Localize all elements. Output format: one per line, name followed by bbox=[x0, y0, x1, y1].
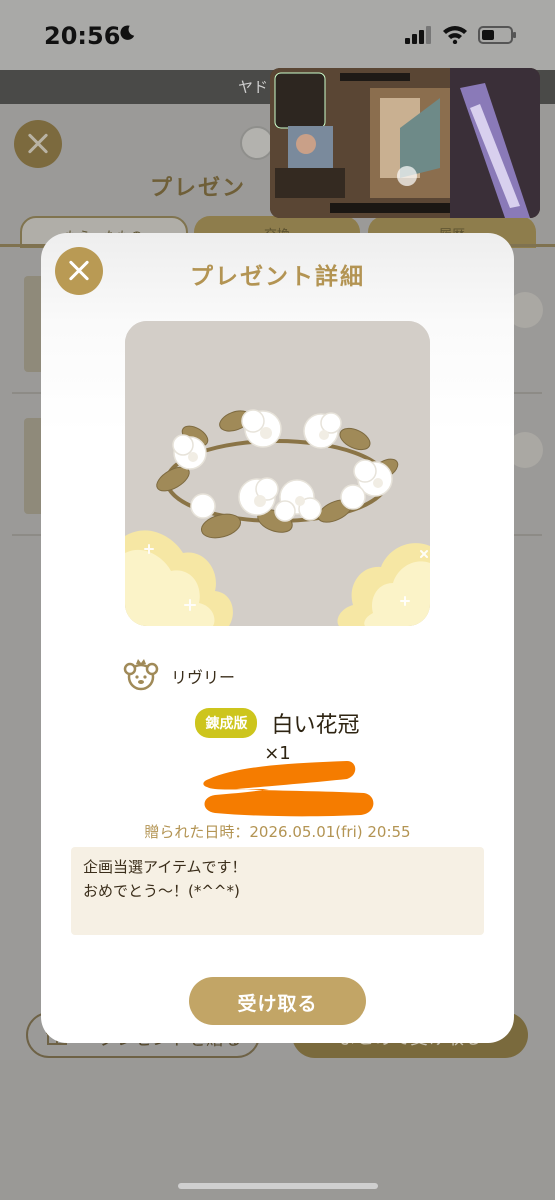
background-page-title: プレゼン bbox=[150, 176, 247, 201]
background-top-strip-text: ヤド bbox=[238, 78, 269, 96]
wifi-icon bbox=[443, 26, 467, 44]
item-name-row: 錬成版 白い花冠 bbox=[41, 707, 514, 739]
modal-title: プレゼント詳細 bbox=[190, 264, 365, 290]
item-name: 白い花冠 bbox=[271, 713, 360, 738]
moon-icon bbox=[120, 25, 135, 40]
sent-date: 贈られた日時：2026.05.01(fri) 20:55 bbox=[144, 823, 411, 841]
status-time: 20:56 bbox=[44, 22, 121, 50]
receive-button[interactable]: 受け取る bbox=[189, 977, 366, 1025]
livly-face-icon bbox=[123, 659, 159, 691]
picture-in-picture-video[interactable] bbox=[270, 68, 540, 218]
signal-icon bbox=[405, 26, 431, 44]
edition-badge: 錬成版 bbox=[195, 708, 258, 738]
diamond-icon bbox=[240, 126, 274, 160]
video-frame bbox=[270, 68, 540, 218]
background-close-button bbox=[14, 120, 62, 168]
background-bottom-bar bbox=[0, 1060, 555, 1200]
present-detail-modal: プレゼント詳細 リヴリー 錬成版 白い花冠 ×1 贈られた日時：2026.05.… bbox=[41, 233, 514, 1043]
message-box: 企画当選アイテムです！ おめでとう～！(*^^*) bbox=[71, 847, 484, 935]
status-bar: 20:56 bbox=[0, 0, 555, 70]
battery-icon bbox=[478, 26, 516, 44]
home-indicator[interactable] bbox=[178, 1183, 378, 1189]
creator-name: リヴリー bbox=[171, 668, 236, 687]
redacted-sender-name bbox=[203, 761, 374, 817]
item-image bbox=[125, 321, 430, 626]
flower-crown-illustration bbox=[125, 321, 430, 626]
